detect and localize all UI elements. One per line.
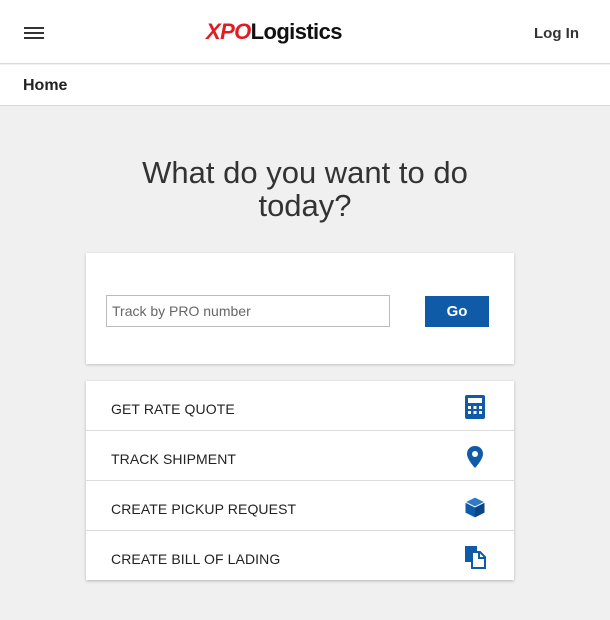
box-icon [464,495,486,519]
action-create-bill-of-lading[interactable]: CREATE BILL OF LADING [86,531,514,580]
action-label: CREATE PICKUP REQUEST [111,501,297,517]
page-title-line-1: What do you want to do [142,155,468,190]
action-label: CREATE BILL OF LADING [111,551,281,567]
action-label: TRACK SHIPMENT [111,451,237,467]
documents-icon [464,545,486,569]
track-card: Go [86,253,514,364]
page-title-line-2: today? [258,188,352,223]
logo-xpo-text: XPO [206,19,251,44]
action-create-pickup-request[interactable]: CREATE PICKUP REQUEST [86,481,514,531]
breadcrumb-home[interactable]: Home [23,77,67,95]
quick-actions-list: GET RATE QUOTE TRACK SHIPMENT CREATE PIC… [86,381,514,580]
page-title: What do you want to do today? [0,156,610,222]
action-get-rate-quote[interactable]: GET RATE QUOTE [86,381,514,431]
action-track-shipment[interactable]: TRACK SHIPMENT [86,431,514,481]
xpo-logistics-logo[interactable]: XPOLogistics [206,19,342,45]
calculator-icon [464,395,486,419]
login-link[interactable]: Log In [534,25,579,42]
pro-number-input[interactable] [106,295,390,327]
breadcrumb: Home [0,65,610,106]
action-label: GET RATE QUOTE [111,401,235,417]
map-pin-icon [464,445,486,469]
top-header: XPOLogistics Log In [0,0,610,64]
logo-logistics-text: Logistics [250,19,343,44]
go-button[interactable]: Go [425,296,489,327]
hamburger-menu-icon[interactable] [24,24,46,42]
